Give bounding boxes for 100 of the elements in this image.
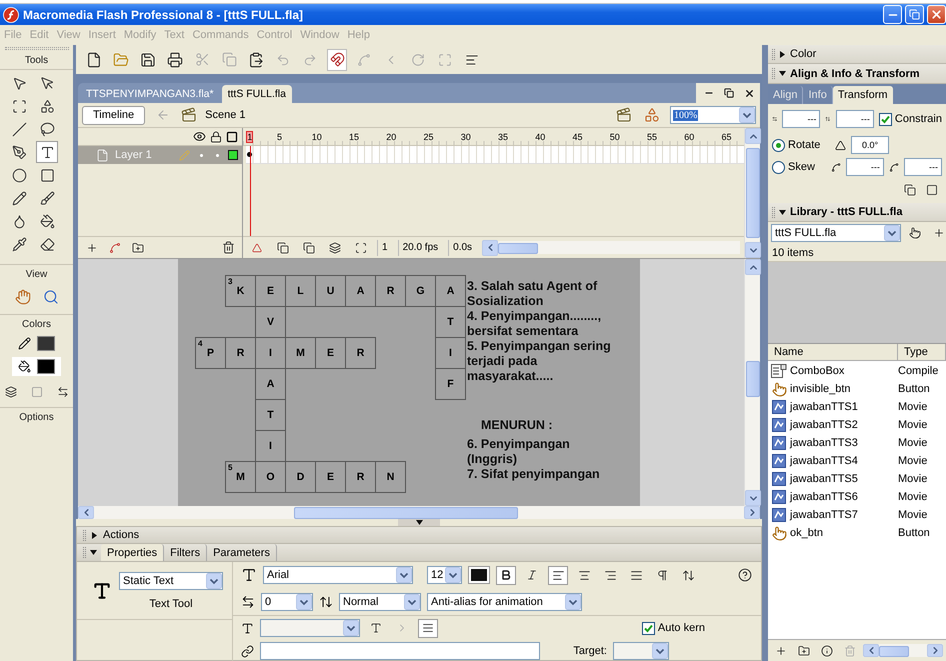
actions-title: Actions [103,529,140,541]
properties-tab[interactable]: Filters [164,544,208,561]
crossword-letter: E [326,471,334,483]
skew-field[interactable]: --- [904,158,942,176]
anti-alias-select[interactable]: Anti-alias for animation [427,592,582,610]
library-item-name[interactable]: ComboBox [790,365,898,377]
crossword-letter: V [266,316,274,328]
letter-spacing-select[interactable]: 0 [261,592,313,610]
zoom-select[interactable]: 100% [670,106,756,124]
column-header[interactable]: Name [768,344,898,360]
library-item-type: Movie [898,455,928,467]
clue-number: 4 [198,339,202,348]
tool-name: Text Tool [149,598,193,610]
frame-number: 35 [496,132,509,142]
library-panel-header[interactable]: Library - tttS FULL.fla [768,203,946,222]
color-panel-header[interactable]: Color [768,45,946,64]
library-item-name[interactable]: invisible_btn [790,383,898,395]
crossword-letter: U [326,285,334,297]
crossword-letter: A [446,285,454,297]
crossword-letter: T [447,316,454,328]
tools-title: Tools [24,55,48,66]
library-item-type: Movie [898,419,928,431]
library-document-select[interactable]: tttS FULL.fla [771,224,901,242]
frame-number: 40 [534,132,546,142]
library-item-type: Movie [898,473,928,485]
actions-panel-bar[interactable]: Actions [76,526,762,544]
crossword-letter: M [296,347,305,359]
view-label: View [26,269,48,280]
crossword-letter: R [356,471,364,483]
frame-number: 30 [460,132,472,142]
library-item-type: Movie [898,509,928,521]
library-item-name[interactable]: jawabanTTS5 [790,473,898,485]
frame-number: 60 [683,132,696,142]
panel-title: Library - tttS FULL.fla [790,206,902,218]
auto-kern-checkbox[interactable]: Auto kern [642,622,705,634]
width-field[interactable]: --- [782,110,820,128]
frame-number: 20 [385,132,398,142]
position-select[interactable]: Normal [339,592,421,610]
skew-field[interactable]: --- [846,158,884,176]
library-item-type: Button [898,527,931,539]
crossword-letter: I [269,347,272,359]
skew-radio[interactable]: Skew [772,160,826,174]
target-label: Target: [573,645,607,657]
properties-tab[interactable]: Parameters [207,544,277,561]
item-count: 10 items [772,246,814,258]
current-frame: 1 [377,240,392,256]
frame-number: 25 [422,132,434,142]
rotate-field[interactable]: 0.0° [851,136,889,154]
clue-number: 5 [228,463,232,472]
panel-title: Align & Info & Transform [790,68,920,80]
library-item-name[interactable]: jawabanTTS3 [790,437,898,449]
panel-title: Color [790,48,816,60]
crossword-letter: F [447,378,454,390]
frame-number: 45 [571,132,584,142]
frame-ruler[interactable]: 1 5 10 15 20 25 30 35 40 45 50 55 60 65 [243,128,744,146]
frame-number: 55 [646,132,658,142]
clue-text: 7. Sifat penyimpangan [467,467,601,482]
clue-text: 5. Penyimpangan sering terjadi pada masyarakat..... [467,339,612,384]
align-panel-header[interactable]: Align & Info & Transform [768,64,946,84]
frame-number: 1 [246,130,254,142]
library-item-name[interactable]: jawabanTTS7 [790,509,898,521]
height-field[interactable]: --- [836,110,874,128]
crossword-letter: R [236,347,244,359]
frame-number: 15 [348,132,360,142]
column-header[interactable]: Type [898,344,946,360]
document-tab[interactable]: tttS FULL.fla [222,85,292,103]
panel-tab[interactable]: Transform [832,86,893,104]
clue-text: 4. Penyimpangan........, bersifat sementara [467,309,602,339]
clue-text: 3. Salah satu Agent of Sosialization [467,279,598,309]
crossword-letter: N [386,471,394,483]
timeline-button[interactable]: Timeline [82,106,146,124]
properties-tab[interactable]: Properties [101,544,164,561]
crossword-letter: E [326,347,334,359]
library-item-name[interactable]: ok_btn [790,527,898,539]
window-title: Macromedia Flash Professional 8 - [tttS FULL.fla] [23,8,304,22]
crossword-letter: I [449,347,452,359]
frame-rate: 20.0 fps [398,240,442,256]
crossword-letter: R [356,347,364,359]
crossword-letter: I [269,440,272,452]
crossword-letter: P [206,347,214,359]
text-type-select[interactable]: Static Text [119,572,223,590]
constrain-checkbox[interactable]: Constrain [878,112,942,126]
font-size-select[interactable]: 12 [427,566,462,584]
colors-label: Colors [22,319,51,330]
rotate-radio[interactable]: Rotate [772,138,830,152]
crossword-letter: D [296,471,304,483]
library-item-name[interactable]: jawabanTTS4 [790,455,898,467]
crossword-letter: O [266,471,275,483]
library-item-type: Button [898,383,931,395]
crossword-letter: M [236,471,245,483]
frame-number: 65 [720,132,732,142]
library-item-name[interactable]: jawabanTTS2 [790,419,898,431]
library-item-name[interactable]: jawabanTTS1 [790,401,898,413]
crossword-letter: L [297,285,304,297]
crossword-letter: R [386,285,394,297]
font-select[interactable]: Arial [263,566,413,584]
library-item-name[interactable]: jawabanTTS6 [790,491,898,503]
crossword-letter: K [236,285,244,297]
elapsed-time: 0.0s [448,240,476,256]
clue-text: 6. Penyimpangan (Inggris) [467,437,571,467]
